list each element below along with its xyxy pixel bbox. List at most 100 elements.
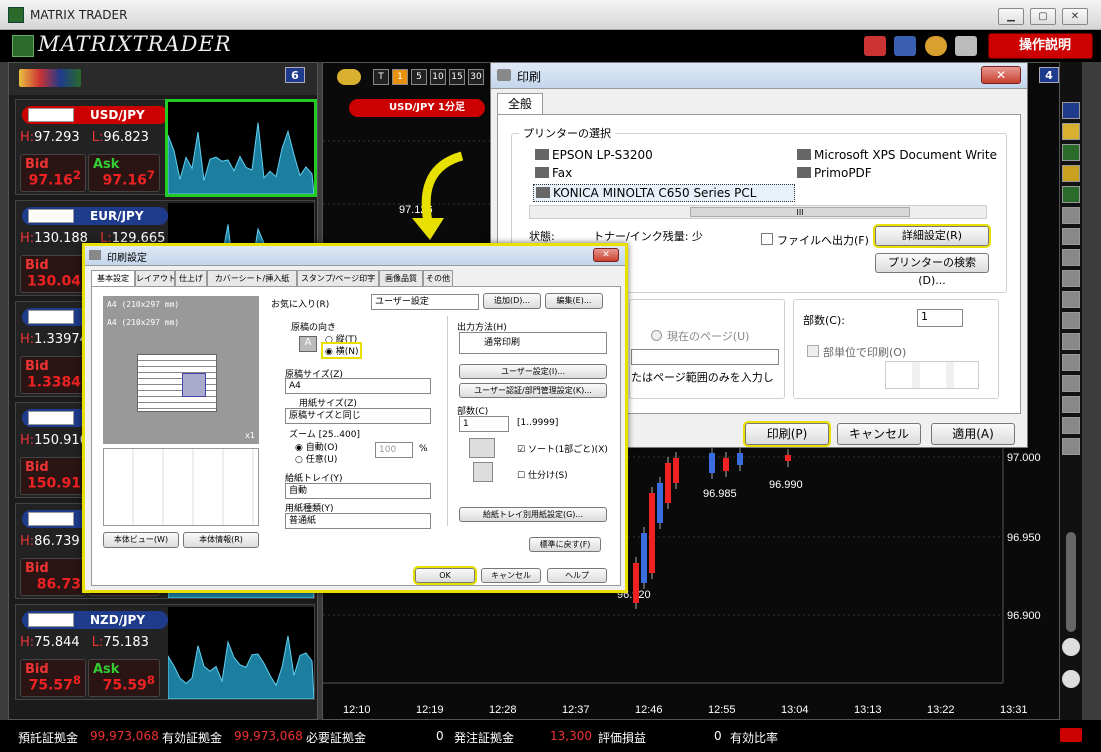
device-view-button[interactable]: 本体ビュー(W) [103, 532, 179, 548]
settings-cancel-button[interactable]: キャンセル [481, 568, 541, 583]
favorites-label: お気に入り(R) [271, 300, 330, 310]
drawing-tool-9-icon[interactable] [1062, 291, 1080, 308]
save-icon[interactable] [894, 36, 916, 56]
apply-button[interactable]: 適用(A) [931, 423, 1015, 445]
settings-tab-4[interactable]: スタンプ/ページ印字 [297, 270, 379, 286]
find-printer-button[interactable]: プリンターの検索(D)... [875, 253, 989, 287]
printer-item[interactable]: EPSON LP-S3200 [533, 147, 655, 163]
current-page-radio[interactable] [651, 330, 662, 341]
drawing-tool-11-icon[interactable] [1062, 333, 1080, 350]
sparkline-chart [165, 99, 317, 197]
pair-label[interactable]: EUR/JPY [22, 207, 168, 225]
pair-label[interactable]: NZD/JPY [22, 611, 168, 629]
sort-checkbox[interactable]: ☑ ソート(1部ごと)(X) [517, 442, 608, 455]
add-favorite-button[interactable]: 追加(D)... [483, 293, 541, 309]
settings-close-button[interactable]: ✕ [593, 248, 619, 262]
printer-item-icon [536, 187, 550, 198]
bid-box[interactable]: Bid 97.162 [20, 154, 86, 192]
page-range-input[interactable] [631, 349, 779, 365]
output-method-select[interactable]: 通常印刷 [459, 332, 607, 354]
drawing-tool-1-icon[interactable] [1062, 123, 1080, 140]
drawing-tool-8-icon[interactable] [1062, 270, 1080, 287]
drawing-tool-10-icon[interactable] [1062, 312, 1080, 329]
close-window-button[interactable]: ✕ [1062, 8, 1088, 25]
print-cancel-button[interactable]: キャンセル [837, 423, 921, 445]
paper-type-select[interactable]: 普通紙 [285, 513, 431, 529]
printer-icon[interactable] [955, 36, 977, 56]
rate-panel-5[interactable]: NZD/JPY H:75.844 L:75.183 Bid 75.578 Ask 7… [15, 604, 315, 700]
zoom-input[interactable]: 100 [375, 442, 413, 458]
country-flags-icon [28, 209, 74, 223]
auth-button[interactable]: ユーザー認証/部門管理設定(K)... [459, 383, 607, 398]
drawing-tool-14-icon[interactable] [1062, 396, 1080, 413]
bid-box[interactable]: Bid 1.3384 [20, 356, 86, 394]
minimize-button[interactable]: ▁ [998, 8, 1024, 25]
landscape-radio[interactable]: ◉ 横(N) [320, 342, 363, 359]
settings-tab-2[interactable]: 仕上げ [175, 270, 207, 286]
toolbox-icon[interactable] [864, 36, 886, 56]
drawing-tool-2-icon[interactable] [1062, 144, 1080, 161]
printer-item[interactable]: KONICA MINOLTA C650 Series PCL [533, 184, 795, 202]
settings-copies-input[interactable]: 1 [459, 416, 509, 432]
collate-pages-icon [885, 361, 979, 389]
copies-input[interactable]: 1 [917, 309, 963, 327]
ask-box[interactable]: Ask 75.598 [88, 659, 160, 697]
bid-box[interactable]: Bid 150.91 [20, 457, 86, 495]
edit-favorite-button[interactable]: 編集(E)... [545, 293, 603, 309]
copies-label: 部数(C): [803, 314, 845, 327]
bid-box[interactable]: Bid 86.73 [20, 558, 86, 596]
zoom-minus-icon[interactable] [1062, 638, 1080, 656]
zoom-manual-radio[interactable]: ○ 任意(U) [295, 452, 337, 465]
drawing-tool-4-icon[interactable] [1062, 186, 1080, 203]
drawing-tool-5-icon[interactable] [1062, 207, 1080, 224]
printer-item[interactable]: PrimoPDF [795, 165, 874, 181]
settings-tab-3[interactable]: カバーシート/挿入紙 [207, 270, 297, 286]
favorites-select[interactable]: ユーザー設定 [371, 294, 479, 310]
drawing-tool-0-icon[interactable] [1062, 102, 1080, 119]
file-output-checkbox[interactable] [761, 233, 773, 245]
drawing-tool-7-icon[interactable] [1062, 249, 1080, 266]
details-button[interactable]: 詳細設定(R) [873, 224, 991, 248]
palette-icon[interactable] [925, 36, 947, 56]
printer-item[interactable]: Fax [533, 165, 574, 181]
help-button[interactable]: 操作説明 [988, 33, 1093, 59]
settings-tab-0[interactable]: 基本設定 [91, 270, 135, 286]
bid-price: 150.91 [26, 476, 81, 492]
print-button[interactable]: 印刷(P) [743, 421, 831, 447]
ok-button[interactable]: OK [413, 566, 477, 585]
printer-item[interactable]: Microsoft XPS Document Write [795, 147, 999, 163]
tray-select[interactable]: 自動 [285, 483, 431, 499]
bid-box[interactable]: Bid 75.578 [20, 659, 86, 697]
scroll-thumb[interactable]: III [690, 207, 910, 217]
offset-checkbox[interactable]: ☐ 仕分け(S) [517, 468, 568, 481]
drawing-tool-13-icon[interactable] [1062, 375, 1080, 392]
rate-panel-0[interactable]: USD/JPY H:97.293 L:96.823 Bid 97.162 Ask 9… [15, 99, 317, 197]
drawing-tool-6-icon[interactable] [1062, 228, 1080, 245]
printer-list-scrollbar[interactable]: III [529, 205, 987, 219]
drawing-tool-16-icon[interactable] [1062, 438, 1080, 455]
bid-box[interactable]: Bid 130.04 [20, 255, 86, 293]
ask-box[interactable]: Ask 97.167 [88, 154, 160, 192]
folder-flags-icon[interactable] [19, 69, 81, 87]
drawing-tool-15-icon[interactable] [1062, 417, 1080, 434]
settings-tab-1[interactable]: レイアウト [135, 270, 175, 286]
collate-checkbox[interactable] [807, 345, 819, 357]
output-size-select[interactable]: 原稿サイズと同じ [285, 408, 431, 424]
settings-tab-5[interactable]: 画像品質 [379, 270, 423, 286]
tray-paper-button[interactable]: 給紙トレイ別用紙設定(G)... [459, 507, 607, 522]
print-dialog-close-button[interactable]: ✕ [981, 66, 1021, 84]
pair-label[interactable]: USD/JPY [22, 106, 168, 124]
user-settings-button[interactable]: ユーザー設定(I)... [459, 364, 607, 379]
drawing-tool-12-icon[interactable] [1062, 354, 1080, 371]
settings-tab-6[interactable]: その他 [423, 270, 453, 286]
zoom-slider[interactable] [1066, 532, 1076, 632]
tab-general[interactable]: 全般 [497, 93, 543, 115]
zoom-plus-icon[interactable] [1062, 670, 1080, 688]
paper-size-select[interactable]: A4 [285, 378, 431, 394]
drawing-tool-3-icon[interactable] [1062, 165, 1080, 182]
reset-defaults-button[interactable]: 標準に戻す(F) [529, 537, 601, 552]
maximize-button[interactable]: ▢ [1030, 8, 1056, 25]
settings-help-button[interactable]: ヘルプ [547, 568, 607, 583]
device-info-button[interactable]: 本体情報(R) [183, 532, 259, 548]
expand-up-icon[interactable] [1060, 728, 1082, 742]
